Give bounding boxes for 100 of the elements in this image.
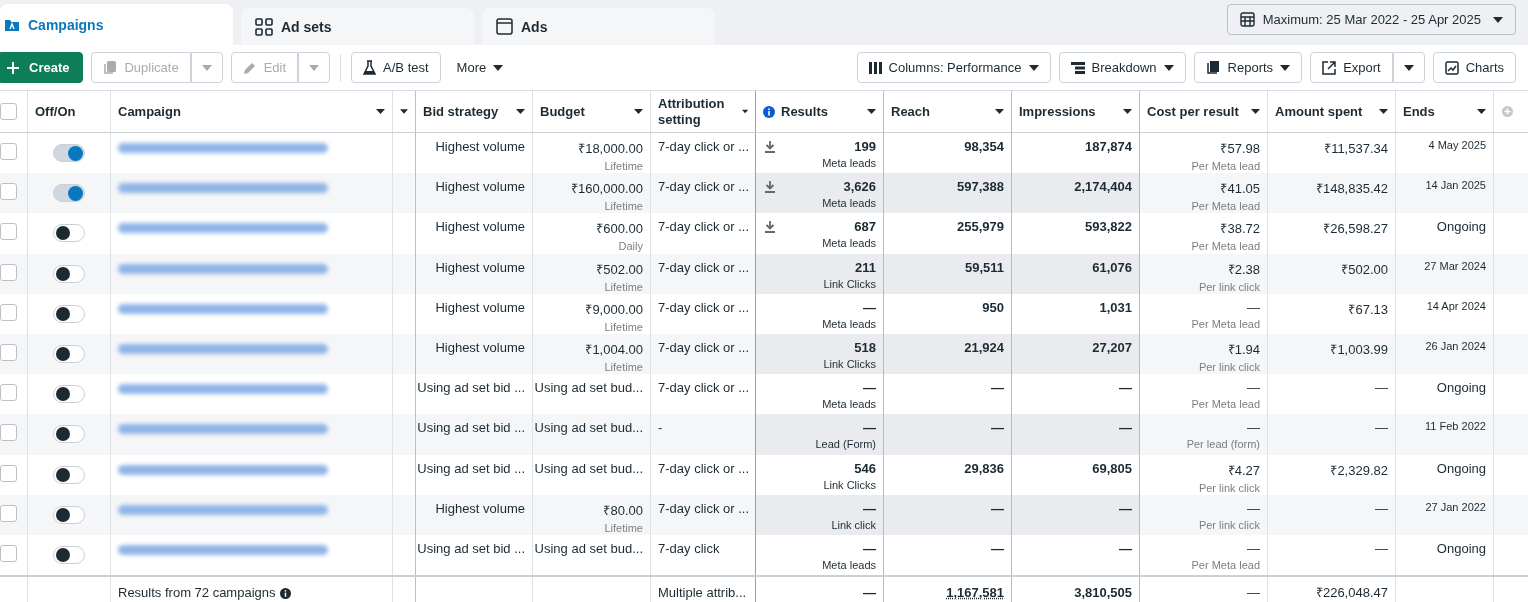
column-header[interactable]: Cost per result xyxy=(1140,91,1268,132)
table-cell: 255,979 xyxy=(957,219,1004,235)
table-cell: 14 Apr 2024 xyxy=(1426,299,1486,312)
dropdown-button[interactable] xyxy=(1392,52,1425,83)
table-cell-text: ₹160,000.00 xyxy=(570,180,643,198)
row-checkbox[interactable] xyxy=(0,263,17,281)
table-cell: — xyxy=(863,299,876,315)
charts-button[interactable]: Charts xyxy=(1432,52,1516,83)
column-header[interactable]: Campaign xyxy=(111,91,393,132)
row-checkbox[interactable] xyxy=(0,143,17,160)
row-checkbox[interactable] xyxy=(0,424,17,442)
table-cell: 211 xyxy=(855,259,876,275)
caret-icon xyxy=(516,109,525,114)
table-cell: Per link click xyxy=(1198,280,1260,293)
column-header[interactable]: Reach xyxy=(884,91,1012,132)
reports-button[interactable]: Reports xyxy=(1193,52,1303,83)
table-cell: Per link click xyxy=(1198,481,1260,494)
table-cell: 98,354 xyxy=(964,139,1004,154)
toggle-switch[interactable] xyxy=(53,264,85,283)
row-checkbox[interactable] xyxy=(0,544,17,562)
columns-button[interactable]: Columns: Performance xyxy=(856,52,1051,83)
date-range-button[interactable]: Maximum: 25 Mar 2022 - 25 Apr 2025 xyxy=(1226,4,1516,35)
tab[interactable]: Ad sets xyxy=(241,8,474,45)
toggle-switch[interactable] xyxy=(53,385,85,404)
toggle-switch[interactable] xyxy=(53,505,85,524)
table-cell: — xyxy=(863,540,876,556)
table-cell-text: ₹57.98 xyxy=(1220,140,1260,157)
tab[interactable]: Ads xyxy=(482,8,715,45)
table-cell: — xyxy=(991,540,1004,556)
table-cell-text: ₹502.00 xyxy=(1341,260,1388,278)
row-checkbox[interactable] xyxy=(0,343,17,361)
table-cell: — xyxy=(1247,299,1260,315)
toggle-switch[interactable] xyxy=(53,184,85,203)
toggle-switch[interactable] xyxy=(53,224,85,243)
tab[interactable]: Campaigns xyxy=(0,4,233,45)
table-cell-text: ₹80.00 xyxy=(603,501,643,519)
table-cell: 11 Feb 2022 xyxy=(1425,420,1486,433)
toggle-switch[interactable] xyxy=(53,144,85,162)
caret-icon xyxy=(1477,109,1486,114)
column-header[interactable]: Amount spent xyxy=(1268,91,1396,132)
flask-icon xyxy=(363,60,377,75)
table-cell: Meta leads xyxy=(822,317,876,330)
column-header[interactable]: Results xyxy=(755,91,884,132)
download-icon[interactable] xyxy=(765,221,775,234)
table-cell: 7-day click xyxy=(658,540,720,556)
column-header[interactable]: Attribution setting xyxy=(651,91,756,132)
table-cell: — xyxy=(1247,380,1260,396)
row-checkbox[interactable] xyxy=(0,303,17,321)
table-cell: — xyxy=(1247,500,1260,516)
column-header[interactable]: Off/On xyxy=(28,91,111,132)
row-checkbox[interactable] xyxy=(0,223,17,241)
column-header[interactable]: Budget xyxy=(533,91,651,132)
row-checkbox[interactable] xyxy=(0,504,17,522)
table-cell: 7-day click or ... xyxy=(658,219,750,235)
table-cell: Lead (Form) xyxy=(815,438,876,451)
caret-icon xyxy=(1280,64,1291,71)
table-cell: — xyxy=(1119,540,1132,556)
table-cell: 29,836 xyxy=(964,460,1004,476)
toggle-switch[interactable] xyxy=(53,545,85,564)
column-header[interactable]: Ends xyxy=(1396,91,1494,132)
row-checkbox[interactable] xyxy=(0,183,17,201)
table-cell: Lifetime xyxy=(604,521,643,534)
table-cell: Using ad set bid ... xyxy=(417,420,525,436)
table-cell: Ongoing xyxy=(1436,540,1486,556)
toggle-switch[interactable] xyxy=(53,465,85,484)
copy-icon xyxy=(103,60,118,75)
row-checkbox[interactable] xyxy=(0,464,17,482)
toggle-switch[interactable] xyxy=(53,425,85,444)
ab-test-button[interactable]: A/B test xyxy=(351,52,441,83)
table-cell: 546 xyxy=(854,460,876,476)
breakdown-button[interactable]: Breakdown xyxy=(1058,52,1186,83)
info-icon[interactable] xyxy=(279,587,291,599)
table-cell: Meta leads xyxy=(822,398,876,411)
info-icon xyxy=(763,105,775,118)
select-all-checkbox[interactable] xyxy=(0,103,17,120)
table-cell: — xyxy=(863,584,876,600)
table-cell: 26 Jan 2024 xyxy=(1425,339,1486,352)
table-cell: Using ad set bid ... xyxy=(417,460,525,476)
toggle-switch[interactable] xyxy=(53,344,85,363)
table-cell: Highest volume xyxy=(435,219,525,235)
table-cell: 2,174,404 xyxy=(1074,179,1132,195)
create-button[interactable]: Create xyxy=(0,52,84,83)
line-chart-icon xyxy=(1444,60,1459,75)
column-header[interactable]: Bid strategy xyxy=(416,91,533,132)
export-button[interactable]: Export xyxy=(1310,52,1393,83)
table-cell: — xyxy=(1247,584,1260,600)
toggle-switch[interactable] xyxy=(53,304,85,323)
download-icon[interactable] xyxy=(765,181,775,194)
table-cell: 27 Jan 2022 xyxy=(1425,500,1486,513)
caret-icon xyxy=(1028,64,1039,71)
table-cell: 61,076 xyxy=(1092,259,1132,275)
row-checkbox[interactable] xyxy=(0,384,17,402)
column-header[interactable]: Impressions xyxy=(1012,91,1140,132)
table-cell-text: ₹38.72 xyxy=(1220,220,1260,238)
table-cell: 59,511 xyxy=(964,259,1004,275)
download-icon[interactable] xyxy=(765,141,775,153)
table-cell: Using ad set bud... xyxy=(534,380,643,396)
table-cell: 593,822 xyxy=(1085,219,1132,235)
reports-icon xyxy=(1205,60,1221,75)
table-cell-text: ₹4.27 xyxy=(1227,461,1260,479)
